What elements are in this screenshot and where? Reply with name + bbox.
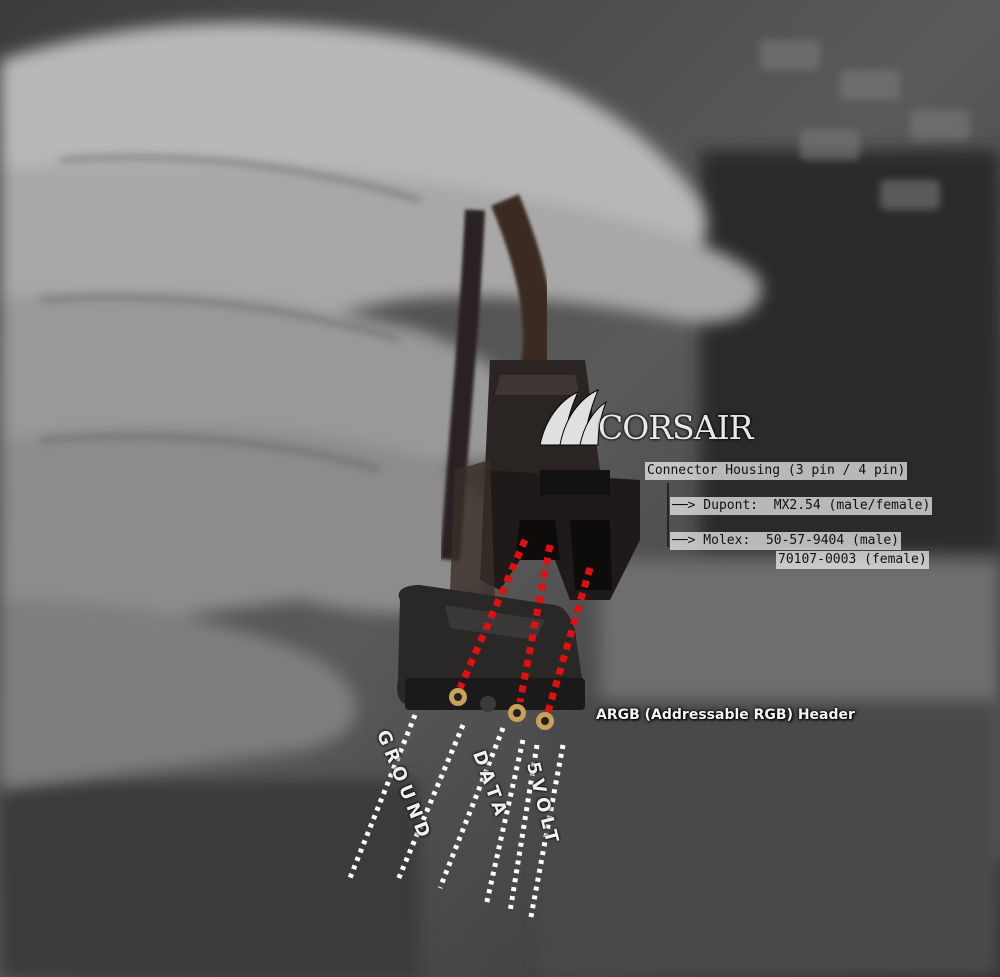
brand-logo-text: CORSAIR xyxy=(598,408,753,447)
photo-scene: CORSAIR Connector Housing (3 pin / 4 pin… xyxy=(0,0,1000,977)
connector-housing-title: Connector Housing (3 pin / 4 pin) xyxy=(645,462,908,480)
grayscale-photo-background xyxy=(0,0,1000,977)
argb-header-label: ARGB (Addressable RGB) Header xyxy=(596,707,855,723)
dupont-spec-line: ──> Dupont: MX2.54 (male/female) xyxy=(670,497,933,515)
molex-spec-line: ──> Molex: 50-57-9404 (male) xyxy=(670,532,901,550)
molex-spec-line-female: 70107-0003 (female) xyxy=(776,551,929,569)
